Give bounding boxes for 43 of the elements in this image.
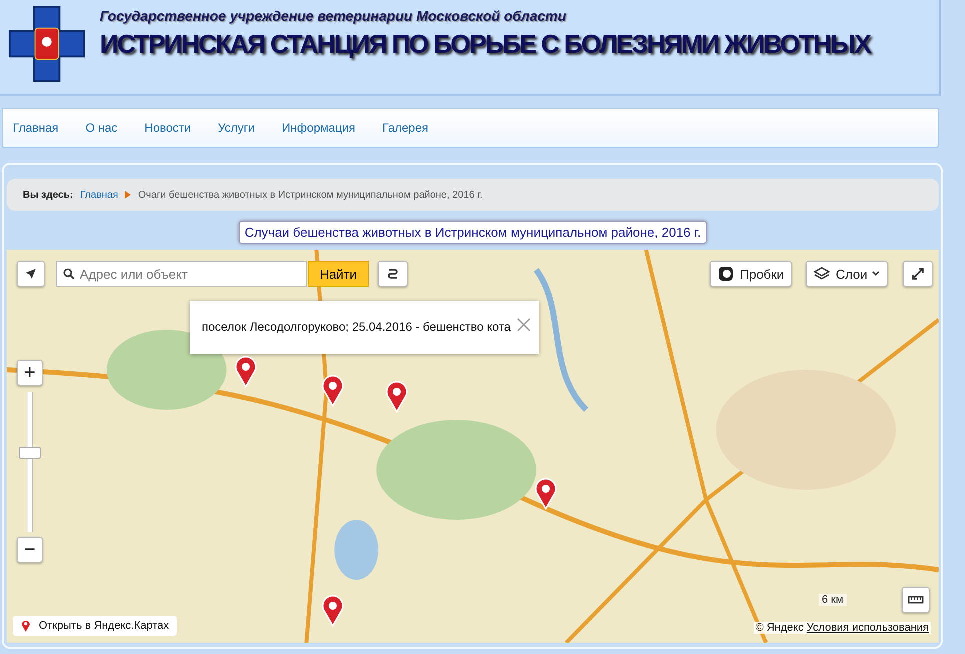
map-pin-icon[interactable] xyxy=(322,595,344,627)
zoom-out-button[interactable]: − xyxy=(17,537,43,563)
traffic-light-icon xyxy=(718,266,734,282)
arrow-icon xyxy=(125,191,132,199)
popup-text: поселок Лесодолгоруково; 25.04.2016 - бешенство кота xyxy=(202,320,511,334)
fullscreen-button[interactable] xyxy=(903,261,933,287)
chevron-down-icon xyxy=(872,271,880,277)
layers-icon xyxy=(814,266,830,282)
address-search-field[interactable]: Адрес или объект xyxy=(56,261,307,287)
breadcrumb-current: Очаги бешенства животных в Истринском муниципальном районе, 2016 г. xyxy=(138,190,483,200)
search-icon xyxy=(63,268,75,280)
location-arrow-button[interactable] xyxy=(17,261,45,287)
nav-link[interactable]: О нас xyxy=(86,121,118,135)
nav-link[interactable]: Галерея xyxy=(382,121,429,135)
arrow-icon xyxy=(25,268,37,280)
scale-label: 6 км xyxy=(819,594,847,606)
breadcrumb-link[interactable]: Главная xyxy=(80,190,118,200)
nav-link[interactable]: Услуги xyxy=(218,121,256,135)
page-title: Случаи бешенства животных в Истринском муниципальном районе, 2016 г. xyxy=(238,221,708,244)
close-icon[interactable] xyxy=(516,318,531,332)
nav-link[interactable]: Новости xyxy=(144,121,192,135)
site-title: ИСТРИНСКАЯ СТАНЦИЯ ПО БОРЬБЕ С БОЛЕЗНЯМИ ЖИВОТНЫХ xyxy=(100,28,872,61)
zoom-in-button[interactable]: + xyxy=(17,360,43,386)
copyright-text: © Яндекс xyxy=(756,622,804,634)
map-pin-icon[interactable] xyxy=(535,478,557,510)
find-button[interactable]: Найти xyxy=(308,261,369,287)
map-pin-icon[interactable] xyxy=(386,381,408,413)
layers-button[interactable]: Слои xyxy=(806,261,888,287)
expand-icon xyxy=(911,267,925,281)
map-pin-icon[interactable] xyxy=(322,375,344,407)
map-pin-icon xyxy=(21,619,31,633)
map-pin-icon[interactable] xyxy=(235,356,257,388)
ruler-icon xyxy=(908,595,924,605)
open-in-maps-link[interactable]: Открыть в Яндекс.Картах xyxy=(13,616,178,636)
traffic-button[interactable]: Пробки xyxy=(710,261,792,287)
organization-subtitle: Государственное учреждение ветеринарии Московской области xyxy=(100,8,568,24)
terms-link[interactable]: Условия использования xyxy=(806,622,929,634)
route-button[interactable] xyxy=(378,261,408,287)
ruler-button[interactable] xyxy=(902,587,930,613)
nav-link[interactable]: Информация xyxy=(282,121,356,135)
route-icon xyxy=(386,267,400,281)
breadcrumb-label: Вы здесь: xyxy=(23,190,74,200)
nav-link[interactable]: Главная xyxy=(13,121,59,135)
